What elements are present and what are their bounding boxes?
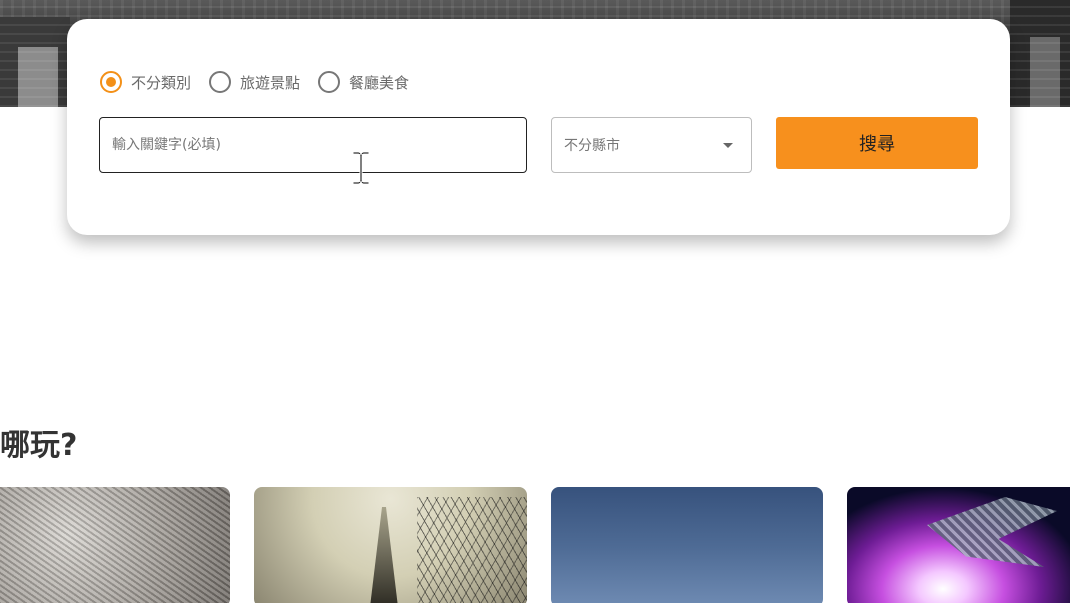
search-button[interactable]: 搜尋 [776, 117, 978, 169]
city-select[interactable]: 不分縣市 [551, 117, 752, 173]
radio-label: 餐廳美食 [349, 73, 410, 92]
radio-circle-icon[interactable] [100, 71, 122, 93]
section-title: 哪玩? [0, 428, 78, 463]
keyword-input[interactable] [99, 117, 527, 173]
radio-circle-icon[interactable] [209, 71, 232, 93]
space-station-image [927, 497, 1057, 567]
destination-card[interactable] [551, 487, 823, 603]
destination-card[interactable] [0, 487, 230, 603]
radio-attractions[interactable]: 旅遊景點 [209, 71, 300, 93]
city-select-value: 不分縣市 [564, 138, 620, 154]
chevron-down-icon [723, 142, 733, 148]
category-radio-group: 不分類別 旅遊景點 餐廳美食 [100, 71, 409, 93]
eiffel-tower-image [370, 507, 398, 603]
search-card: 不分類別 旅遊景點 餐廳美食 不分縣市 搜尋 [67, 19, 1010, 235]
destination-card[interactable] [847, 487, 1070, 603]
radio-label: 不分類別 [131, 73, 192, 92]
text-cursor-icon [352, 151, 370, 185]
radio-all-categories[interactable]: 不分類別 [100, 71, 191, 93]
radio-restaurants[interactable]: 餐廳美食 [318, 71, 409, 93]
destination-card[interactable] [254, 487, 527, 603]
radio-label: 旅遊景點 [240, 73, 301, 92]
tree-branches-image [417, 497, 527, 603]
radio-circle-icon[interactable] [318, 71, 341, 93]
